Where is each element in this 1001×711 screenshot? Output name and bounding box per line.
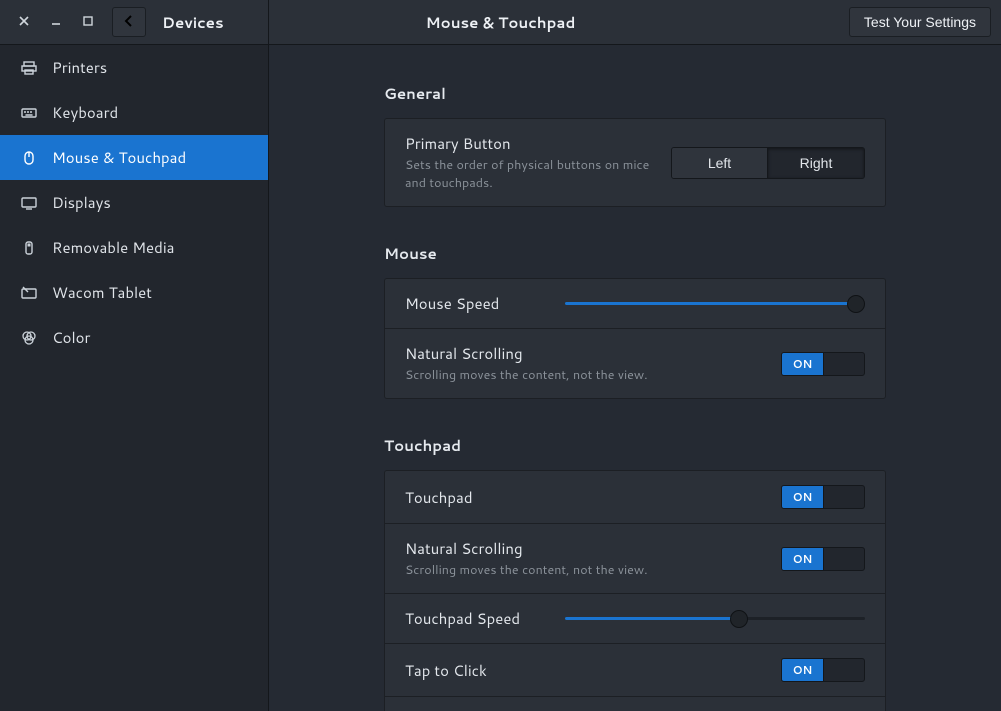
window-controls: [8, 8, 104, 36]
mouse-speed-label: Mouse Speed: [405, 293, 525, 314]
page-title: Mouse & Touchpad: [426, 12, 576, 33]
mouse-speed-thumb: [847, 295, 865, 313]
removable-media-icon: [20, 239, 38, 257]
sidebar-item-wacom-tablet[interactable]: Wacom Tablet: [0, 270, 268, 315]
row-tap-to-click: Tap to Click ON: [385, 644, 885, 697]
primary-button-left[interactable]: Left: [672, 148, 768, 178]
touchpad-label: Touchpad: [405, 487, 781, 508]
sidebar-item-keyboard[interactable]: Keyboard: [0, 90, 268, 135]
headerbar-left: Devices: [0, 0, 269, 44]
tablet-icon: [20, 284, 38, 302]
tap-to-click-label: Tap to Click: [405, 660, 781, 681]
back-button[interactable]: [112, 7, 146, 37]
row-two-finger-scrolling: Two-finger Scrolling ON: [385, 697, 885, 711]
switch-on-label: ON: [782, 486, 824, 508]
sidebar-item-mouse-touchpad[interactable]: Mouse & Touchpad: [0, 135, 268, 180]
settings-content: General Primary Button Sets the order of…: [269, 45, 1001, 711]
mouse-speed-fill: [565, 302, 856, 305]
sidebar-item-printers[interactable]: Printers: [0, 45, 268, 90]
sidebar-item-color[interactable]: Color: [0, 315, 268, 360]
headerbar: Devices Mouse & Touchpad Test Your Setti…: [0, 0, 1001, 45]
switch-on-label: ON: [782, 353, 824, 375]
primary-button-label: Primary Button: [405, 133, 671, 154]
primary-button-segmented: Left Right: [671, 147, 865, 179]
sidebar-item-label: Mouse & Touchpad: [52, 147, 186, 168]
row-text: Primary Button Sets the order of physica…: [405, 133, 671, 192]
sidebar-item-label: Keyboard: [52, 102, 118, 123]
mouse-natural-scroll-switch[interactable]: ON: [781, 352, 865, 376]
section-title-mouse: Mouse: [384, 243, 886, 264]
touchpad-natural-scroll-label: Natural Scrolling: [405, 538, 781, 559]
touchpad-natural-scroll-desc: Scrolling moves the content, not the vie…: [405, 561, 781, 579]
row-text: Natural Scrolling Scrolling moves the co…: [405, 343, 781, 384]
chevron-left-icon: [122, 14, 136, 31]
sidebar-item-label: Color: [52, 327, 90, 348]
primary-button-right[interactable]: Right: [768, 148, 864, 178]
window-maximize-button[interactable]: [72, 8, 104, 36]
section-title-general: General: [384, 83, 886, 104]
sidebar-item-label: Removable Media: [52, 237, 174, 258]
sidebar-title: Devices: [162, 12, 224, 33]
touchpad-speed-slider[interactable]: [565, 611, 865, 627]
tap-to-click-switch[interactable]: ON: [781, 658, 865, 682]
row-touchpad-speed: Touchpad Speed: [385, 594, 885, 644]
row-text: Tap to Click: [405, 660, 781, 681]
maximize-icon: [83, 15, 93, 29]
row-touchpad-enabled: Touchpad ON: [385, 471, 885, 524]
headerbar-right: Test Your Settings: [849, 7, 1001, 37]
sidebar: Printers Keyboard Mouse & Touchpad Displ…: [0, 45, 269, 711]
window-close-button[interactable]: [8, 8, 40, 36]
panel-mouse: Mouse Speed Natural Scrolling Scrolling …: [384, 278, 886, 399]
printer-icon: [20, 59, 38, 77]
touchpad-natural-scroll-switch[interactable]: ON: [781, 547, 865, 571]
color-icon: [20, 329, 38, 347]
touchpad-speed-fill: [565, 617, 739, 620]
keyboard-icon: [20, 104, 38, 122]
sidebar-item-label: Wacom Tablet: [52, 282, 152, 303]
switch-on-label: ON: [782, 548, 824, 570]
sidebar-item-label: Displays: [52, 192, 111, 213]
section-title-touchpad: Touchpad: [384, 435, 886, 456]
panel-touchpad: Touchpad ON Natural Scrolling Scrolling …: [384, 470, 886, 711]
close-icon: [19, 15, 29, 29]
row-mouse-speed: Mouse Speed: [385, 279, 885, 329]
touchpad-speed-label: Touchpad Speed: [405, 608, 525, 629]
row-text: Touchpad: [405, 487, 781, 508]
row-primary-button: Primary Button Sets the order of physica…: [385, 119, 885, 206]
minimize-icon: [51, 15, 61, 29]
sidebar-item-displays[interactable]: Displays: [0, 180, 268, 225]
mouse-icon: [20, 149, 38, 167]
panel-general: Primary Button Sets the order of physica…: [384, 118, 886, 207]
touchpad-speed-thumb: [730, 610, 748, 628]
display-icon: [20, 194, 38, 212]
row-touchpad-natural-scrolling: Natural Scrolling Scrolling moves the co…: [385, 524, 885, 594]
switch-on-label: ON: [782, 659, 824, 681]
touchpad-enabled-switch[interactable]: ON: [781, 485, 865, 509]
window-minimize-button[interactable]: [40, 8, 72, 36]
primary-button-desc: Sets the order of physical buttons on mi…: [405, 156, 671, 192]
sidebar-item-removable-media[interactable]: Removable Media: [0, 225, 268, 270]
row-text: Natural Scrolling Scrolling moves the co…: [405, 538, 781, 579]
mouse-natural-scroll-label: Natural Scrolling: [405, 343, 781, 364]
mouse-natural-scroll-desc: Scrolling moves the content, not the vie…: [405, 366, 781, 384]
mouse-speed-slider[interactable]: [565, 296, 865, 312]
test-settings-button[interactable]: Test Your Settings: [849, 7, 991, 37]
sidebar-item-label: Printers: [52, 57, 107, 78]
row-mouse-natural-scrolling: Natural Scrolling Scrolling moves the co…: [385, 329, 885, 398]
